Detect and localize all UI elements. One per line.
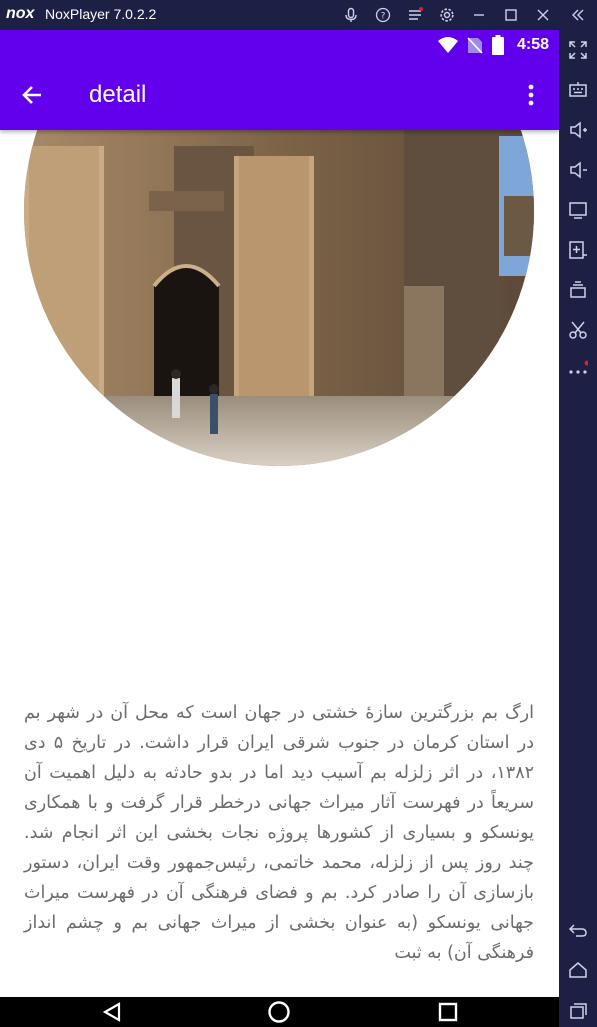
status-bar: 4:58 <box>0 30 559 60</box>
arrow-left-icon[interactable] <box>20 83 44 107</box>
volume-up-icon[interactable] <box>567 119 589 141</box>
fullscreen-icon[interactable] <box>567 39 589 61</box>
close-icon[interactable] <box>532 4 554 26</box>
emulator-side-toolbar <box>559 30 597 1027</box>
status-time: 4:58 <box>516 36 549 53</box>
menu-icon[interactable] <box>404 4 426 26</box>
sim-icon <box>467 37 483 54</box>
maximize-icon[interactable] <box>500 4 522 26</box>
back-triangle-icon[interactable] <box>100 1000 124 1024</box>
battery-icon <box>492 35 504 55</box>
android-screen: 4:58 detail ارگ بم بزرگترین سازهٔ خشتی د… <box>0 30 559 997</box>
volume-down-icon[interactable] <box>567 159 589 181</box>
home-circle-icon[interactable] <box>267 1000 291 1024</box>
nox-logo: nox <box>6 5 35 22</box>
recents-square-icon[interactable] <box>436 1000 460 1024</box>
recents-icon[interactable] <box>567 999 589 1021</box>
page-title: detail <box>89 81 147 108</box>
emulator-title-bar: nox NoxPlayer 7.0.2.2 ? <box>0 0 597 30</box>
minimize-icon[interactable] <box>468 4 490 26</box>
article-body: ارگ بم بزرگترین سازهٔ خشتی در جهان است ک… <box>24 703 534 963</box>
back-icon[interactable] <box>567 919 589 941</box>
wifi-icon <box>437 36 459 54</box>
home-icon[interactable] <box>567 959 589 981</box>
screen-icon[interactable] <box>567 199 589 221</box>
keyboard-icon[interactable] <box>567 79 589 101</box>
window-title: NoxPlayer 7.0.2.2 <box>45 6 157 22</box>
multi-instance-icon[interactable] <box>567 279 589 301</box>
collapse-icon[interactable] <box>567 4 589 26</box>
navigation-bar <box>0 997 559 1027</box>
scissors-icon[interactable] <box>567 319 589 341</box>
app-bar: detail <box>0 60 559 130</box>
help-icon[interactable]: ? <box>372 4 394 26</box>
microphone-icon[interactable] <box>340 4 362 26</box>
more-vert-icon[interactable] <box>522 83 540 107</box>
settings-icon[interactable] <box>436 4 458 26</box>
svg-text:?: ? <box>381 12 386 22</box>
more-dots-icon[interactable] <box>567 359 589 381</box>
apk-install-icon[interactable] <box>567 239 589 261</box>
